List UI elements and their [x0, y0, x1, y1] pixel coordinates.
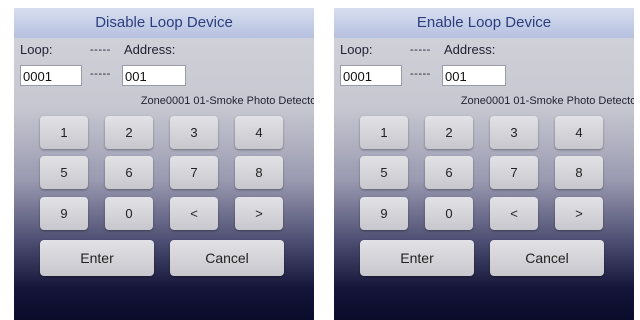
address-separator: ----- [410, 68, 431, 80]
loop-input[interactable]: 0001 [20, 65, 82, 86]
key-1[interactable]: 1 [40, 116, 88, 149]
key-3[interactable]: 3 [490, 116, 538, 149]
cancel-button[interactable]: Cancel [490, 240, 604, 276]
address-separator: ----- [90, 68, 111, 80]
key-7[interactable]: 7 [490, 156, 538, 189]
loop-input[interactable]: 0001 [340, 65, 402, 86]
device-description: Zone0001 01-Smoke Photo Detector [140, 95, 314, 107]
address-label: Address: [124, 42, 176, 57]
panel-title: Enable Loop Device [334, 8, 634, 38]
loop-separator: ----- [90, 44, 111, 56]
panel-title: Disable Loop Device [14, 8, 314, 38]
key-7[interactable]: 7 [170, 156, 218, 189]
key-9[interactable]: 9 [360, 197, 408, 230]
key-right-arrow[interactable]: > [555, 197, 603, 230]
loop-label: Loop: [20, 42, 53, 57]
loop-separator: ----- [410, 44, 431, 56]
key-5[interactable]: 5 [360, 156, 408, 189]
disable-loop-device-panel: Disable Loop Device Loop: ----- Address:… [14, 8, 314, 320]
enable-loop-device-panel: Enable Loop Device Loop: ----- Address: … [334, 8, 634, 320]
key-0[interactable]: 0 [105, 197, 153, 230]
device-description: Zone0001 01-Smoke Photo Detector [460, 95, 634, 107]
key-3[interactable]: 3 [170, 116, 218, 149]
key-4[interactable]: 4 [235, 116, 283, 149]
address-input[interactable]: 001 [442, 65, 506, 86]
loop-label: Loop: [340, 42, 373, 57]
key-2[interactable]: 2 [105, 116, 153, 149]
key-6[interactable]: 6 [105, 156, 153, 189]
key-5[interactable]: 5 [40, 156, 88, 189]
key-1[interactable]: 1 [360, 116, 408, 149]
key-0[interactable]: 0 [425, 197, 473, 230]
key-2[interactable]: 2 [425, 116, 473, 149]
address-input[interactable]: 001 [122, 65, 186, 86]
key-right-arrow[interactable]: > [235, 197, 283, 230]
cancel-button[interactable]: Cancel [170, 240, 284, 276]
key-left-arrow[interactable]: < [490, 197, 538, 230]
key-left-arrow[interactable]: < [170, 197, 218, 230]
key-8[interactable]: 8 [235, 156, 283, 189]
address-label: Address: [444, 42, 496, 57]
key-8[interactable]: 8 [555, 156, 603, 189]
key-6[interactable]: 6 [425, 156, 473, 189]
enter-button[interactable]: Enter [360, 240, 474, 276]
enter-button[interactable]: Enter [40, 240, 154, 276]
key-4[interactable]: 4 [555, 116, 603, 149]
key-9[interactable]: 9 [40, 197, 88, 230]
